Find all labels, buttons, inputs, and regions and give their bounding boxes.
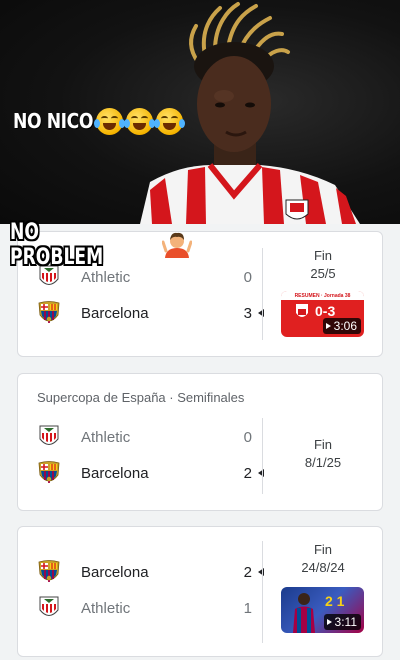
team-row: Athletic 1 — [36, 595, 252, 621]
laughing-crying-emoji-icon — [124, 108, 155, 135]
thumb-score: 0-3 — [315, 303, 336, 319]
team-row: Athletic 0 — [36, 424, 252, 450]
match-date: 25/5 — [310, 266, 336, 281]
emoji-row — [94, 108, 185, 135]
meme-top-text: NO NICO — [13, 109, 94, 133]
thumb-caption: RESUMEN · Jornada 38 — [294, 292, 351, 299]
fc-barcelona-crest-icon — [38, 560, 60, 582]
team-name: Athletic — [81, 268, 131, 286]
play-icon — [326, 619, 332, 625]
team-score: 0 — [243, 268, 252, 286]
match-card[interactable]: Supercopa de España · Semifinales Athlet… — [17, 373, 383, 511]
team-name: Athletic — [81, 599, 131, 617]
team-row: Barcelona 3 — [36, 300, 264, 326]
duration-label: 3:06 — [333, 319, 357, 333]
match-meta: Fin 25/5 — [264, 247, 382, 283]
meme-bottom-caption: NO PROBLEM — [10, 220, 192, 270]
winner-arrow-icon — [258, 309, 264, 317]
athletic-club-crest-icon — [39, 596, 59, 616]
laughing-crying-emoji-icon — [94, 108, 125, 135]
team-score: 0 — [243, 428, 252, 446]
match-date: 8/1/25 — [304, 455, 342, 470]
team-name: Barcelona — [81, 464, 149, 482]
divider — [262, 418, 263, 494]
divider — [262, 248, 263, 340]
video-thumbnail[interactable]: 2 1 3:11 — [281, 587, 364, 633]
competition-label: Supercopa de España · Semifinales — [37, 390, 245, 405]
fc-barcelona-crest-icon — [38, 461, 60, 483]
play-icon — [325, 323, 331, 329]
player-figure — [293, 593, 315, 633]
athletic-club-crest-icon — [39, 425, 59, 445]
team-row: Barcelona 2 — [36, 559, 264, 585]
team-row: Barcelona 2 — [36, 460, 264, 486]
team-name: Barcelona — [81, 563, 149, 581]
divider — [262, 541, 263, 643]
shrug-emoji-icon — [162, 232, 192, 258]
team-score: 3 — [243, 304, 252, 322]
match-date: 24/8/24 — [301, 560, 345, 575]
match-status: Fin — [313, 437, 333, 452]
video-duration: 3:11 — [323, 614, 361, 630]
match-meta: Fin 8/1/25 — [264, 436, 382, 472]
fc-barcelona-crest-icon — [38, 301, 60, 323]
match-meta: Fin 24/8/24 — [264, 541, 382, 577]
team-score: 1 — [243, 599, 252, 617]
team-name: Athletic — [81, 428, 131, 446]
match-status: Fin — [313, 248, 333, 263]
match-status: Fin — [313, 542, 333, 557]
video-duration: 3:06 — [322, 318, 361, 334]
laughing-crying-emoji-icon — [154, 108, 185, 135]
athletic-club-crest-icon — [296, 304, 308, 317]
meme-bottom-text: NO PROBLEM — [10, 220, 104, 270]
video-thumbnail[interactable]: RESUMEN · Jornada 38 0-3 3:06 — [281, 291, 364, 337]
team-name: Barcelona — [81, 304, 149, 322]
match-card[interactable]: Barcelona 2 Athletic 1 Fin 24/8/24 2 1 3… — [17, 526, 383, 657]
team-score: 2 — [243, 464, 252, 482]
duration-label: 3:11 — [334, 615, 357, 629]
team-score: 2 — [243, 563, 252, 581]
meme-image: NO NICO — [0, 0, 400, 224]
thumb-score: 2 1 — [325, 593, 345, 609]
